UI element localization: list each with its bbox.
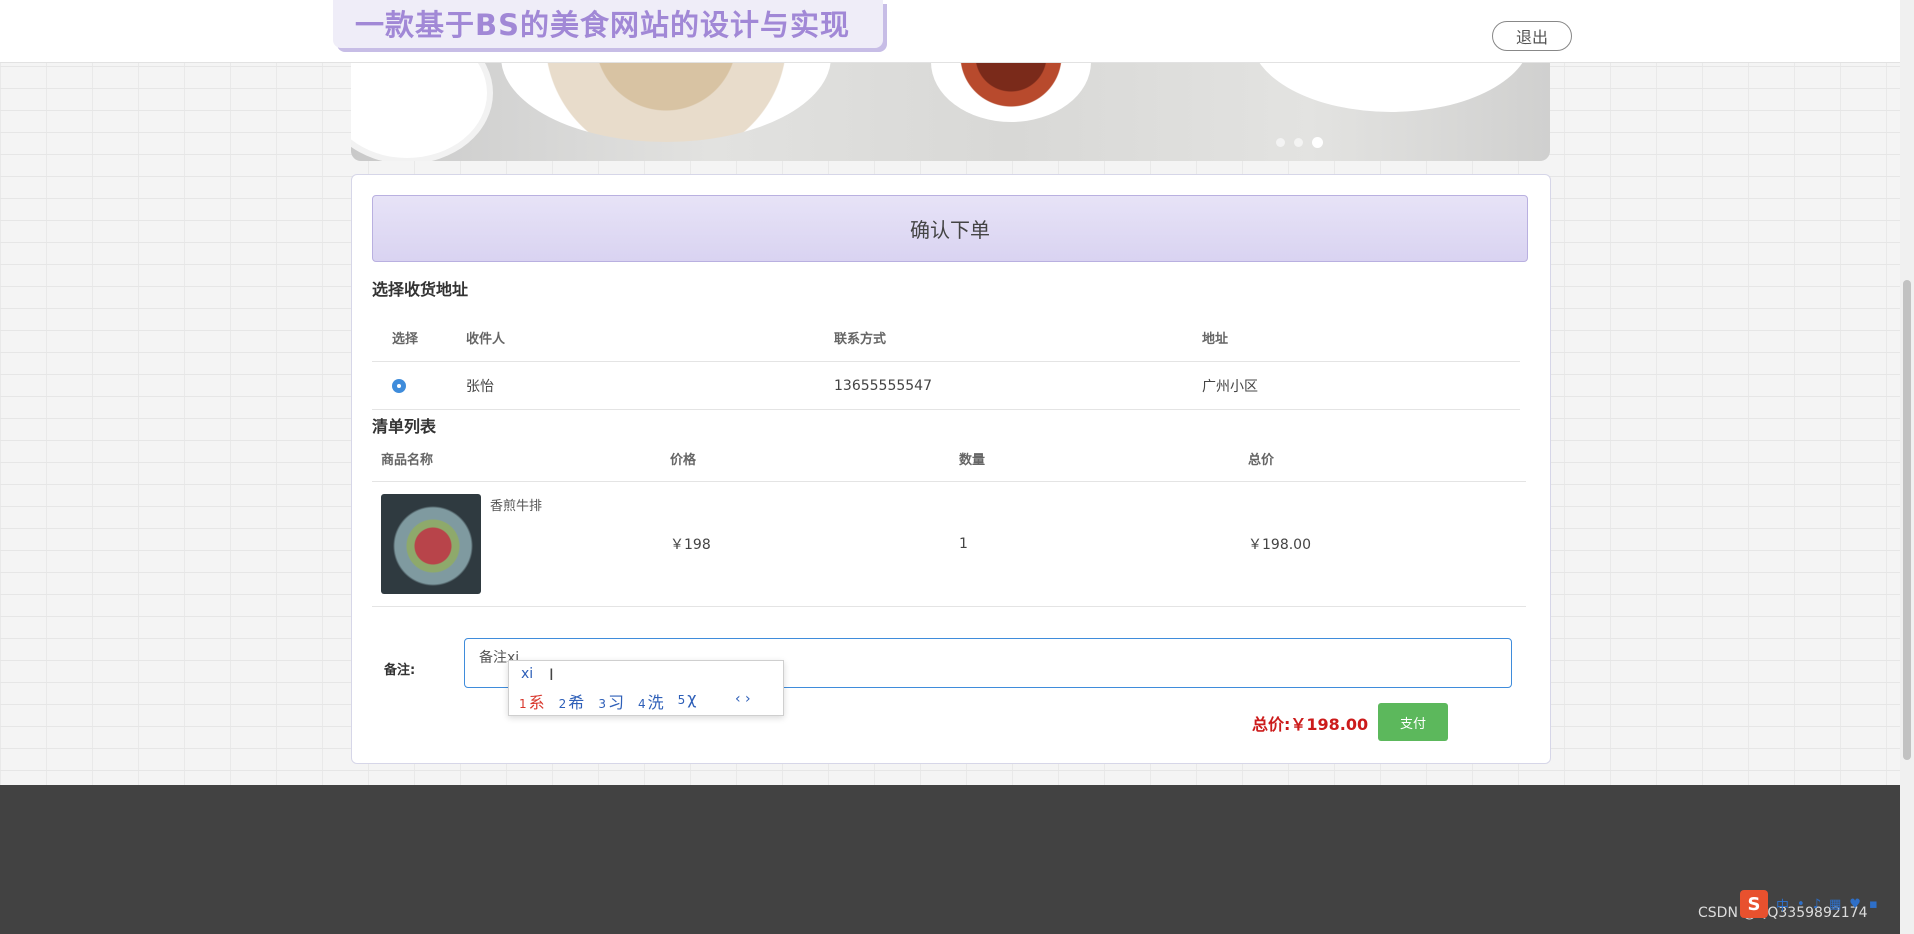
select-cell[interactable]	[372, 361, 466, 410]
carousel-dot-active[interactable]	[1312, 137, 1323, 148]
logout-button[interactable]: 退出	[1492, 21, 1572, 51]
banner-food-image	[931, 62, 1091, 122]
ime-toolbar: S 中 • ♪ ▦ ♥ ▪	[1740, 890, 1878, 918]
ime-mode-indicator[interactable]: 中	[1776, 895, 1789, 914]
address-radio-selected[interactable]	[392, 378, 406, 393]
carousel-dot[interactable]	[1294, 138, 1303, 147]
phone-cell: 13655555547	[834, 361, 1202, 410]
ime-candidate-popup: xi I 1系 2希 3习 4洗 5χ ‹ ›	[508, 660, 784, 716]
table-header-row: 选择 收件人 联系方式 地址	[372, 313, 1520, 362]
site-footer	[0, 785, 1914, 934]
skin-icon[interactable]: ♥	[1849, 897, 1861, 912]
recipient-cell: 张怡	[466, 361, 834, 410]
ime-candidate[interactable]: 2希	[559, 689, 585, 713]
punctuation-icon[interactable]: •	[1797, 897, 1805, 912]
banner-carousel	[351, 62, 1550, 161]
column-header: 总价	[1239, 435, 1526, 482]
text-cursor-icon: I	[549, 665, 554, 684]
table-row: 香煎牛排 ￥198 1 ￥198.00	[372, 481, 1526, 607]
microphone-icon[interactable]: ♪	[1813, 897, 1821, 912]
banner-food-image	[501, 62, 831, 142]
product-image[interactable]	[381, 494, 481, 594]
column-header: 收件人	[466, 313, 834, 362]
page-scrollbar[interactable]	[1900, 0, 1914, 934]
column-header: 价格	[661, 435, 950, 482]
ime-composition-text: xi	[521, 666, 534, 682]
column-header: 地址	[1202, 313, 1520, 362]
keyboard-icon[interactable]: ▦	[1829, 897, 1841, 912]
column-header: 数量	[950, 435, 1239, 482]
banner-food-image	[1251, 62, 1531, 112]
ime-candidate-list: 1系 2希 3习 4洗 5χ	[519, 689, 697, 713]
carousel-dot[interactable]	[1276, 138, 1285, 147]
table-header-row: 商品名称 价格 数量 总价	[372, 435, 1526, 482]
address-section-title: 选择收货地址	[372, 280, 469, 299]
table-row[interactable]: 张怡 13655555547 广州小区	[372, 361, 1520, 410]
scrollbar-thumb[interactable]	[1903, 280, 1911, 760]
product-cell: 香煎牛排	[372, 481, 661, 607]
ime-candidate[interactable]: 1系	[519, 689, 545, 713]
price-cell: ￥198	[661, 481, 950, 607]
address-table: 选择 收件人 联系方式 地址 张怡 13655555547 广州小区	[372, 313, 1520, 410]
total-value: ￥198.00	[1290, 715, 1369, 734]
remark-label: 备注:	[384, 663, 416, 678]
ime-candidate[interactable]: 3习	[598, 689, 624, 713]
column-header: 联系方式	[834, 313, 1202, 362]
quantity-cell: 1	[950, 481, 1239, 607]
ime-candidate[interactable]: 5χ	[678, 689, 697, 713]
ime-candidate[interactable]: 4洗	[638, 689, 664, 713]
total-label: 总价:	[1252, 715, 1291, 734]
sogou-ime-icon[interactable]: S	[1740, 890, 1768, 918]
site-title-badge: 一款基于BS的美食网站的设计与实现	[333, 0, 883, 48]
items-section-title: 清单列表	[372, 417, 437, 436]
ime-page-nav[interactable]: ‹ ›	[735, 691, 751, 707]
page-title: 确认下单	[372, 195, 1528, 262]
address-cell: 广州小区	[1202, 361, 1520, 410]
column-header: 选择	[372, 313, 466, 362]
subtotal-cell: ￥198.00	[1239, 481, 1526, 607]
banner-food-image	[351, 62, 493, 161]
toolbox-icon[interactable]: ▪	[1869, 897, 1878, 912]
column-header: 商品名称	[372, 435, 661, 482]
items-table: 商品名称 价格 数量 总价 香煎牛排 ￥198 1 ￥198.00	[372, 435, 1526, 607]
product-name[interactable]: 香煎牛排	[490, 495, 542, 514]
carousel-dots	[1276, 137, 1323, 148]
site-header: 一款基于BS的美食网站的设计与实现 退出	[0, 0, 1914, 63]
site-title: 一款基于BS的美食网站的设计与实现	[355, 8, 850, 42]
pay-button[interactable]: 支付	[1378, 703, 1448, 741]
